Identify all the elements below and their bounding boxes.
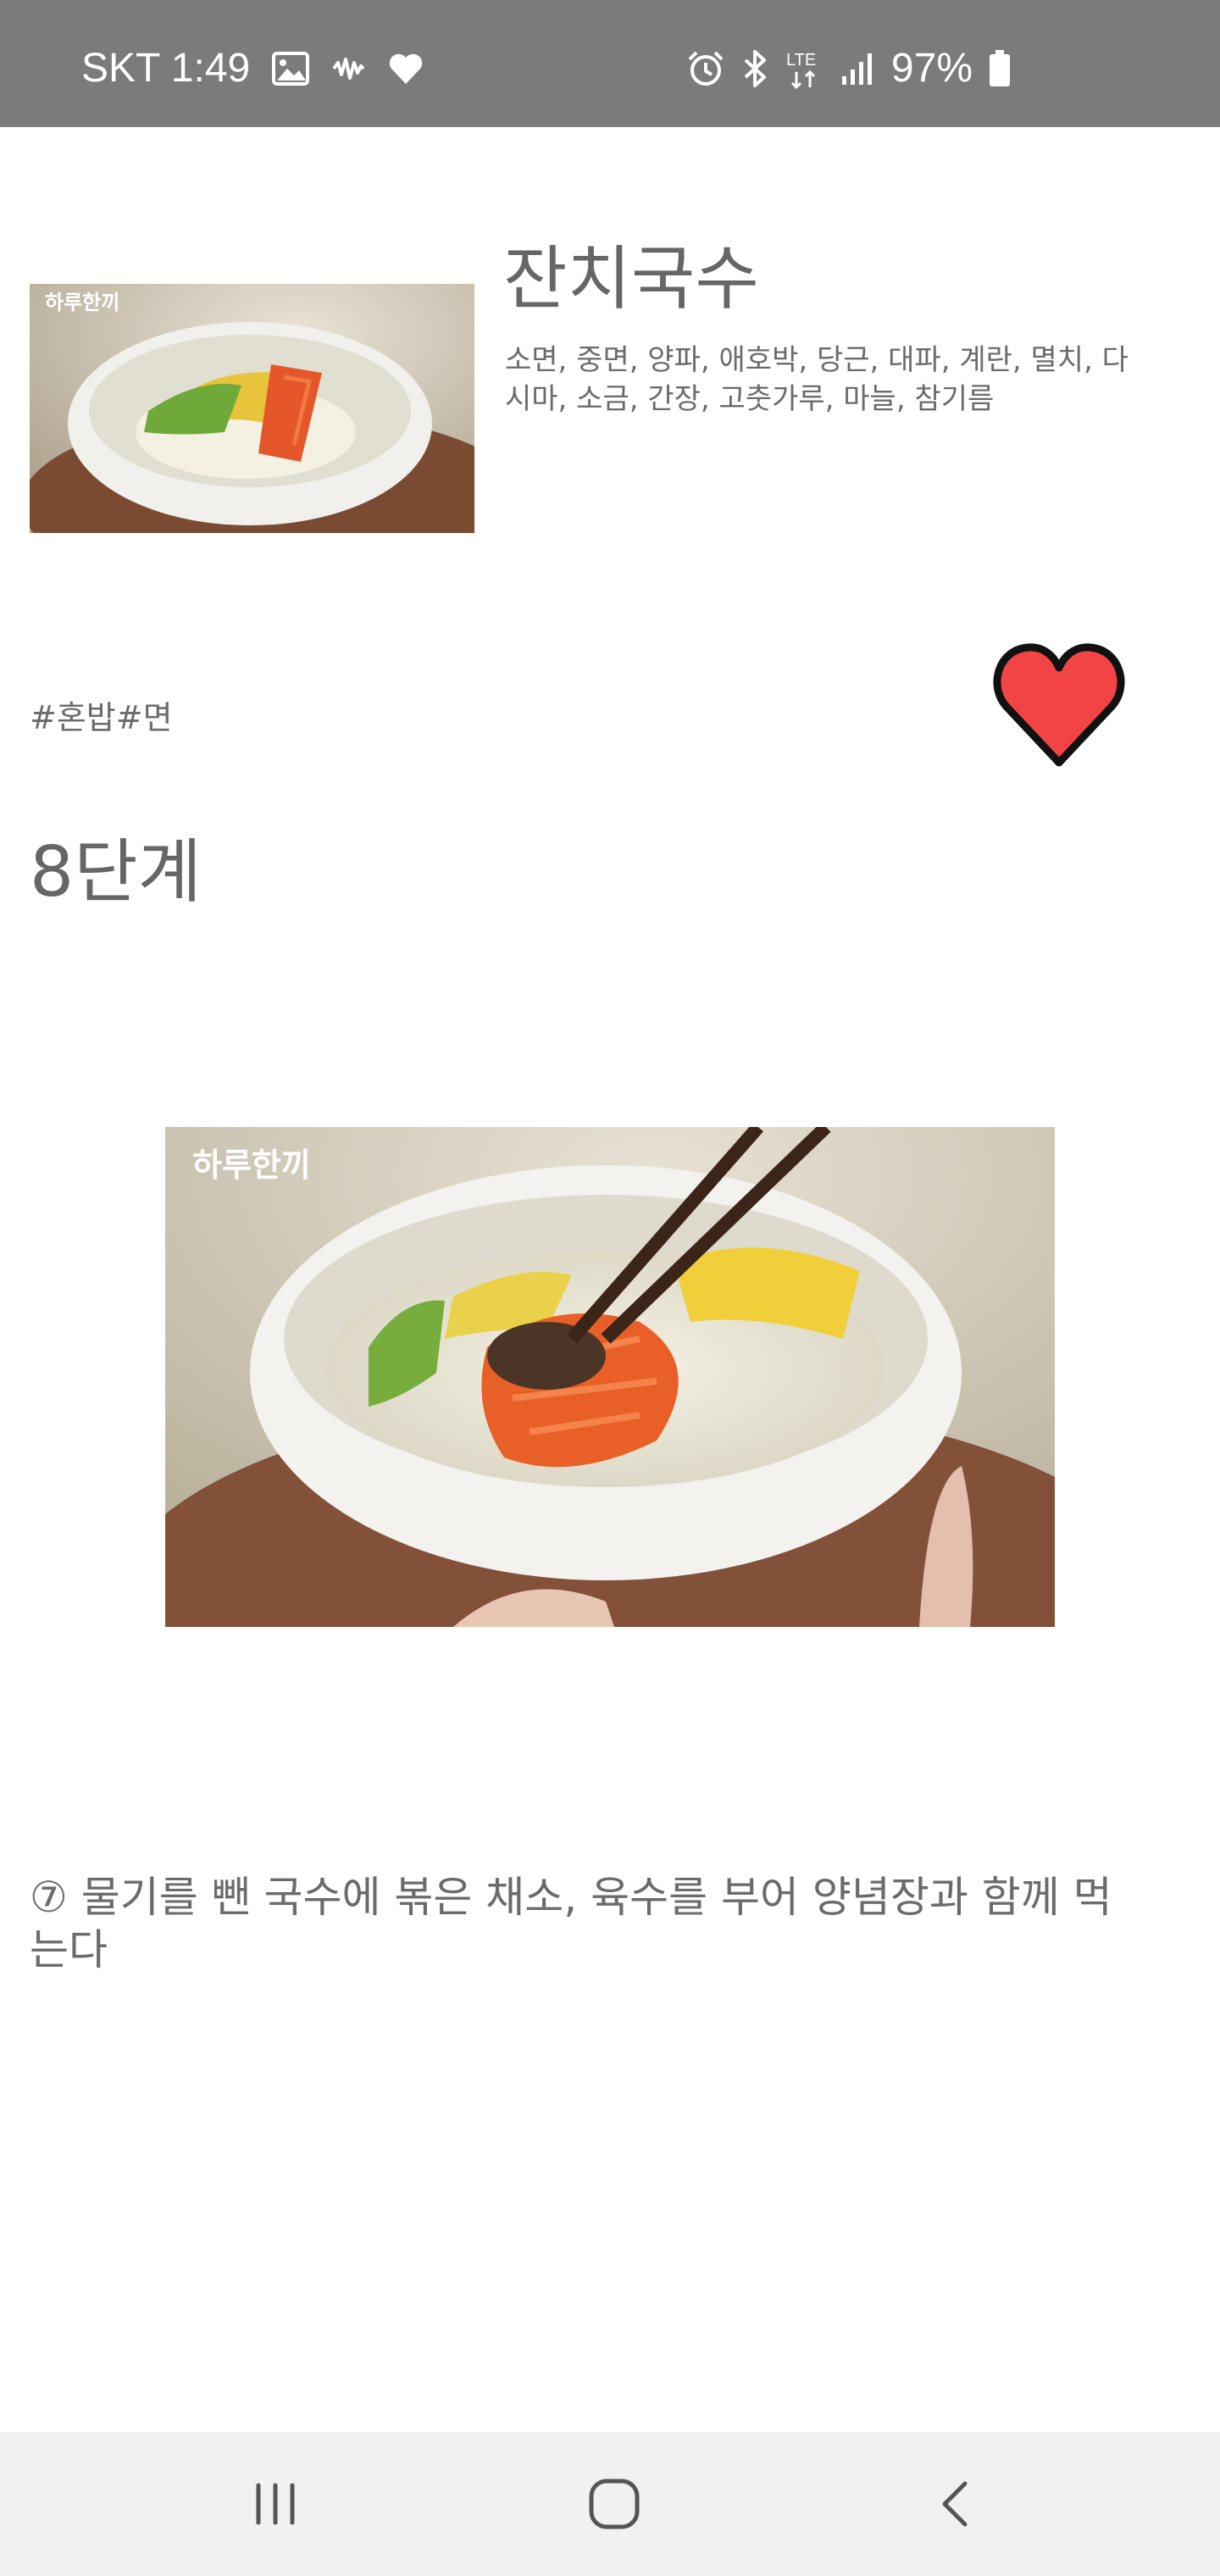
gallery-icon (272, 52, 310, 86)
hashtags: #혼밥#면 (30, 699, 173, 736)
back-button[interactable] (901, 2449, 1012, 2559)
ingredients-list: 소면, 중면, 양파, 애호박, 당근, 대파, 계란, 멸치, 다시마, 소금… (505, 343, 1128, 416)
thumbnail-watermark: 하루한끼 (45, 291, 119, 314)
battery-percent: 97% (890, 46, 973, 91)
status-right: LTE 97% (686, 47, 1012, 90)
recipe-title: 잔치국수 (503, 239, 759, 319)
home-icon (589, 2479, 640, 2529)
status-bar: SKT 1:49 LTE 97% (0, 0, 1220, 127)
step-title: 8단계 (30, 832, 202, 913)
status-time: SKT 1:49 (81, 46, 251, 91)
voicemail-wave-icon (331, 54, 365, 83)
recent-apps-button[interactable] (220, 2449, 330, 2559)
recipe-thumbnail: 하루한끼 (30, 284, 474, 533)
home-button[interactable] (559, 2449, 669, 2559)
recent-apps-icon (256, 2483, 295, 2525)
navigation-bar (0, 2432, 1220, 2576)
lte-data-icon: LTE (785, 48, 825, 89)
bluetooth-icon (740, 49, 769, 88)
step-image: 하루한끼 (165, 1127, 1055, 1627)
battery-icon (988, 50, 1012, 87)
back-icon (942, 2481, 968, 2527)
status-left: SKT 1:49 (81, 47, 424, 90)
signal-icon (840, 51, 876, 86)
favorite-button[interactable] (991, 637, 1127, 773)
alarm-icon (686, 49, 725, 88)
heart-icon (993, 643, 1125, 767)
heart-notification-icon (387, 52, 424, 86)
step-description: ⑦ 물기를 뺀 국수에 볶은 채소, 육수를 부어 양념장과 함께 먹는다 (30, 1873, 1112, 1974)
lte-label: LTE (786, 51, 816, 69)
step-image-watermark: 하루한끼 (192, 1146, 311, 1184)
